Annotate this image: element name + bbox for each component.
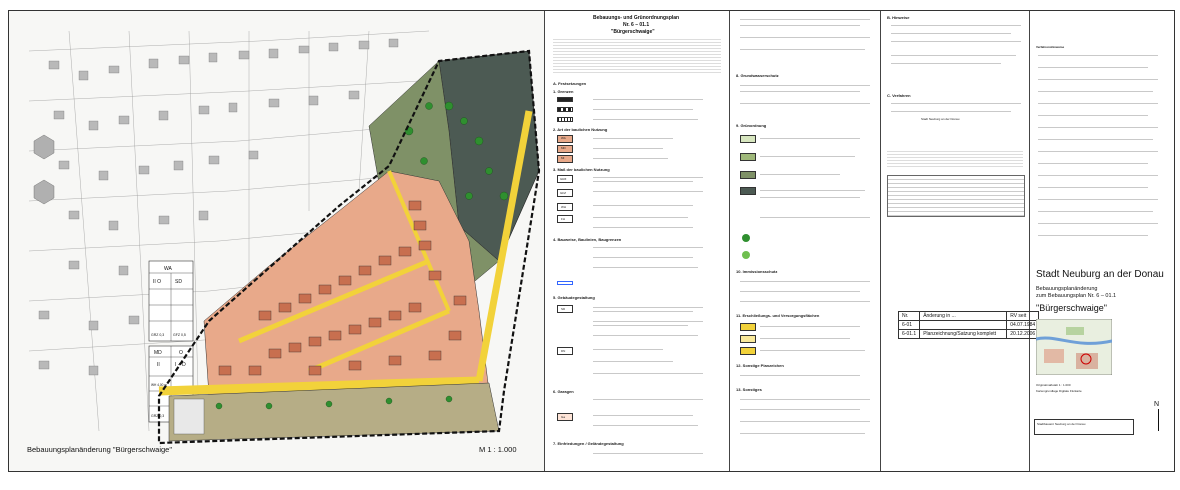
plan-drawing: WA II O SD GRZ 0,3 GFZ 0,5 MD O II I + D… <box>9 11 545 471</box>
legend-gfz-box: GFZ <box>557 189 573 197</box>
legend-trees <box>742 234 750 259</box>
legend-baugrenze <box>557 281 573 285</box>
footer-office: Stadtbauamt Neuburg an der Donau <box>1037 422 1086 426</box>
wa-gfz: GFZ 0,5 <box>173 333 186 337</box>
notes-panel: B. Hinweise C. Verfahren Stadt Neuburg a… <box>881 11 1030 471</box>
section-7: 7. Einfriedungen / Geländegestaltung <box>553 441 624 446</box>
title-panel: Verfahrenshinweise Stadt Neuburg an der … <box>897 11 1173 471</box>
table-cell: 20.12.2006 <box>1006 329 1040 339</box>
table-cell: 04.07.1984 <box>1006 320 1040 330</box>
footer-box: Stadtbauamt Neuburg an der Donau <box>1034 419 1134 435</box>
md-label: MD <box>154 350 162 356</box>
legend-path <box>740 335 756 343</box>
table-cell: 6-01 <box>897 320 921 330</box>
legend-sd-box: SD <box>557 305 573 313</box>
north-arrow-label: N <box>1154 401 1160 408</box>
legend-name: "Bürgerschwaige" <box>611 29 655 35</box>
legend-ga-box: Ga <box>557 413 573 421</box>
section-3: 3. Maß der baulichen Nutzung <box>553 167 610 172</box>
verfahrenshinweise: Verfahrenshinweise <box>1036 45 1065 49</box>
legend-grz-box: GRZ <box>557 175 573 183</box>
section-12: 12. Sonstige Planzeichen <box>736 363 784 368</box>
md-grz: GRZ 0,3 <box>151 414 164 418</box>
legend-panel-1: Bebauungs- und Grünordnungsplan Nr. 6 – … <box>545 11 730 471</box>
section-1: 1. Grenzen <box>553 89 574 94</box>
table-head-rv: RV seit <box>1006 311 1040 321</box>
legend-green-3 <box>740 171 756 179</box>
legend-private-road <box>740 347 756 355</box>
wa-grz: GRZ 0,3 <box>151 333 164 337</box>
section-5: 5. Gebäudegestaltung <box>553 295 595 300</box>
legend-boundary-swatch <box>557 97 573 102</box>
wa-ii-o: II O <box>153 279 161 285</box>
plan-sheet: WA II O SD GRZ 0,3 GFZ 0,5 MD O II I + D… <box>8 10 1175 472</box>
original-scale: Originalmaßstab 1 : 1.000 <box>1036 383 1071 387</box>
section-a: A. Festsetzungen <box>553 81 587 86</box>
city-title: Stadt Neuburg an der Donau <box>1036 269 1164 280</box>
map-svg: WA II O SD GRZ 0,3 GFZ 0,5 MD O II I + D… <box>28 30 541 445</box>
legend-fh-box: FH <box>557 215 573 223</box>
table-head-aenderung: Änderung in ... <box>919 311 1008 321</box>
section-b: B. Hinweise <box>887 15 910 20</box>
location-map <box>1036 319 1112 375</box>
legend-boundary-3-swatch <box>557 117 573 122</box>
section-10: 10. Immissionsschutz <box>736 269 778 274</box>
wa-sd: SD <box>175 279 182 285</box>
section-8: 8. Grundwasserschutz <box>736 73 779 78</box>
wa-label: WA <box>164 266 173 272</box>
section-4: 4. Bauweise, Baulinien, Baugrenzen <box>553 237 622 242</box>
table-cell: 6-01.1 <box>897 329 921 339</box>
section-2: 2. Art der baulichen Nutzung <box>553 127 608 132</box>
legend-roads <box>740 323 756 331</box>
signature-table <box>887 175 1025 217</box>
legend-header: Bebauungs- und Grünordnungsplan <box>593 15 680 21</box>
section-9: 9. Grünordnung <box>736 123 767 128</box>
md-ii: II <box>157 362 160 368</box>
section-c: C. Verfahren <box>887 93 911 98</box>
legend-dn-box: DN <box>557 347 573 355</box>
title-line-2: zum Bebauungsplan Nr. 6 – 01.1 <box>1036 293 1117 299</box>
table-cell <box>919 320 1008 330</box>
legend-green-4 <box>740 187 756 195</box>
legend-boundary-2-swatch <box>557 107 573 112</box>
title-line-1: Bebauungsplanänderung <box>1036 286 1098 292</box>
north-arrow-icon <box>1158 409 1159 431</box>
section-6: 6. Garagen <box>553 389 574 394</box>
legend-panel-2: 8. Grundwasserschutz 9. Grünordnung 10. … <box>730 11 881 471</box>
table-head-nr: Nr. <box>897 311 921 321</box>
legend-number: Nr. 6 – 01.1 <box>623 22 650 28</box>
legend-wh-box: WH <box>557 203 573 211</box>
map-basis: Kartengrundlage Digitale Flurkarte <box>1036 389 1082 393</box>
map-title: Bebauungsplanänderung "Bürgerschwaige" <box>27 445 173 454</box>
town-small: Stadt Neuburg an der Donau <box>921 117 960 121</box>
amendment-table: Nr. Änderung in ... RV seit 6-01 04.07.1… <box>897 311 1040 339</box>
plan-name: "Bürgerschwaige" <box>1036 303 1107 313</box>
section-13: 13. Sonstiges <box>736 387 762 392</box>
md-o: O <box>179 350 183 356</box>
legend-green-public <box>740 135 756 143</box>
preamble-text <box>553 37 721 73</box>
map-scale: M 1 : 1.000 <box>479 445 517 454</box>
legend-mi-swatch <box>557 155 573 163</box>
legend-green-2 <box>740 153 756 161</box>
section-11: 11. Erschließungs- und Versorgungsfläche… <box>736 313 820 318</box>
planning-area <box>157 49 541 445</box>
table-cell: Planzeichnung/Satzung komplett <box>919 329 1008 339</box>
